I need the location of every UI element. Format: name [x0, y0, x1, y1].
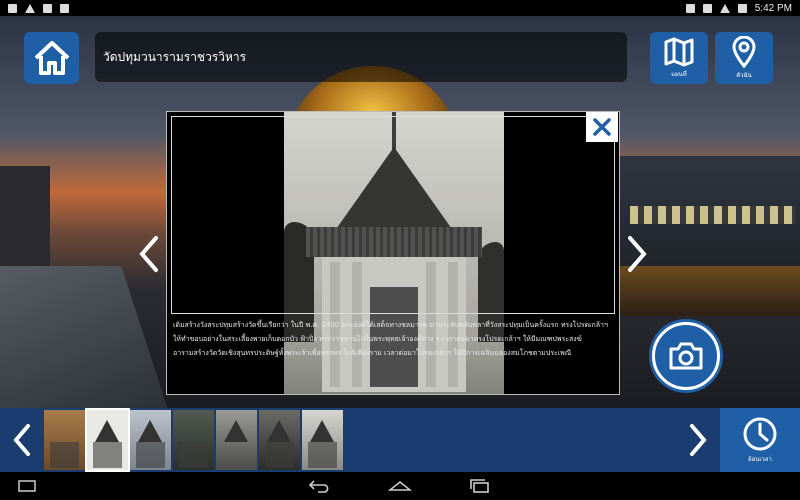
thumbnail[interactable]	[130, 410, 171, 470]
close-icon	[593, 118, 611, 136]
home-icon	[34, 41, 69, 75]
caption-line: เดิมสร้างวังสระปทุมสร้างวัดขึ้นเรียกว่า …	[173, 321, 608, 329]
thumbnail-selected[interactable]	[85, 408, 130, 472]
history-caption: เดิมสร้างวังสระปทุมสร้างวัดขึ้นเรียกว่า …	[173, 318, 613, 360]
thumbnail[interactable]	[173, 410, 214, 470]
chevron-left-icon	[139, 236, 158, 272]
thumbnails-prev-button[interactable]	[4, 418, 40, 462]
clock-icon	[743, 417, 777, 451]
location-pin-icon	[732, 36, 756, 68]
rooftop	[0, 266, 170, 408]
location-label: ตัวฉัน	[736, 72, 752, 79]
home-button[interactable]	[24, 32, 79, 84]
chevron-right-icon	[628, 236, 647, 272]
chevron-left-icon	[13, 424, 30, 456]
status-bar: 5:42 PM	[0, 0, 800, 16]
upload-icon	[25, 3, 35, 13]
recents-split-button[interactable]	[18, 478, 36, 494]
map-label: แผนที่	[671, 71, 687, 78]
system-nav-bar	[0, 472, 800, 500]
history-photo-modal: เดิมสร้างวังสระปทุมสร้างวัดขึ้นเรียกว่า …	[166, 111, 620, 395]
wifi-icon	[719, 3, 730, 13]
pan-left-button[interactable]	[134, 232, 164, 276]
notification-icon	[60, 3, 69, 13]
battery-icon	[737, 3, 747, 13]
back-button[interactable]	[308, 478, 332, 494]
map-button[interactable]: แผนที่	[650, 32, 708, 84]
back-icon	[308, 480, 329, 493]
thumbnail-list	[44, 408, 343, 472]
thumbnails-next-button[interactable]	[680, 418, 716, 462]
media-frame	[171, 116, 615, 314]
status-time: 5:42 PM	[754, 2, 792, 14]
sync-icon	[685, 3, 695, 13]
my-location-button[interactable]: ตัวฉัน	[715, 32, 773, 84]
notification-icon	[8, 3, 17, 13]
time-travel-label: ย้อนเวลา	[748, 456, 772, 463]
time-travel-button[interactable]: ย้อนเวลา	[720, 408, 800, 472]
thumbnail[interactable]	[216, 410, 257, 470]
recents-icon	[470, 479, 489, 493]
thumbnail[interactable]	[302, 410, 343, 470]
recents-button[interactable]	[468, 478, 492, 494]
vibrate-icon	[702, 3, 712, 13]
home-nav-button[interactable]	[388, 478, 412, 494]
thumbnail[interactable]	[259, 410, 300, 470]
pan-right-button[interactable]	[622, 232, 652, 276]
map-icon	[664, 37, 694, 67]
caption-line: อารามสร้างวัดวัดเชิงสุนทรประดิษฐ์ทั้งพระ…	[173, 349, 572, 357]
close-button[interactable]	[586, 112, 618, 142]
thumbnail-strip	[0, 408, 800, 472]
home-nav-icon	[388, 480, 412, 491]
camera-button[interactable]	[652, 322, 720, 390]
caption-line: ให้ทำขอบอย่างในสระเลี้ยงพายเก็บดอกบัว ฟ้…	[173, 335, 582, 343]
camera-icon	[669, 342, 703, 370]
location-title-bar: วัดปทุมวนารามราชวรวิหาร	[95, 32, 627, 82]
chevron-right-icon	[690, 424, 707, 456]
split-screen-icon	[18, 480, 36, 492]
thumbnail[interactable]	[44, 410, 85, 470]
image-icon	[43, 3, 52, 13]
page-title: วัดปทุมวนารามราชวรวิหาร	[103, 49, 247, 64]
